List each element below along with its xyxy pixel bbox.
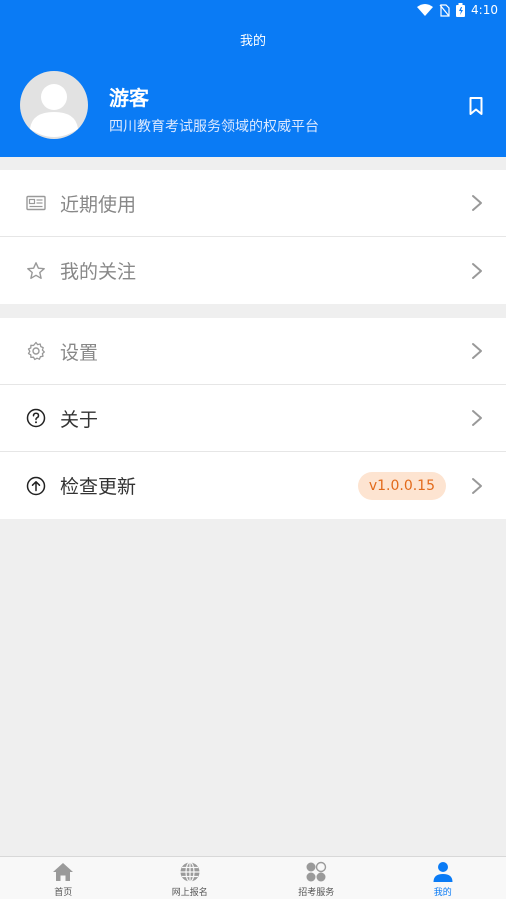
menu-group-secondary: 设置 关于 检查更新 v1.0.0.15 bbox=[0, 318, 506, 519]
menu-item-label: 近期使用 bbox=[60, 193, 137, 216]
bookmark-icon bbox=[469, 97, 483, 115]
chevron-right-icon bbox=[472, 477, 482, 494]
star-icon bbox=[26, 261, 46, 281]
nav-online-registration[interactable]: 网上报名 bbox=[127, 857, 254, 899]
wifi-icon bbox=[417, 4, 434, 16]
nav-mine[interactable]: 我的 bbox=[380, 857, 506, 899]
nav-label: 招考服务 bbox=[298, 888, 335, 898]
version-badge: v1.0.0.15 bbox=[357, 471, 446, 500]
username: 游客 bbox=[109, 86, 149, 110]
user-avatar-icon bbox=[30, 84, 78, 137]
menu-item-about[interactable]: 关于 bbox=[0, 385, 506, 452]
menu-item-settings[interactable]: 设置 bbox=[0, 318, 506, 385]
status-bar: 4:10 bbox=[0, 0, 506, 22]
home-icon bbox=[53, 863, 74, 881]
chevron-right-icon bbox=[472, 410, 482, 426]
avatar[interactable] bbox=[20, 71, 88, 139]
no-sim-icon bbox=[439, 3, 450, 17]
person-icon bbox=[433, 862, 453, 882]
globe-icon bbox=[180, 861, 200, 883]
question-circle-icon bbox=[26, 408, 46, 428]
menu-item-label: 我的关注 bbox=[60, 261, 137, 283]
id-card-icon bbox=[26, 193, 46, 213]
menu-item-check-update[interactable]: 检查更新 v1.0.0.15 bbox=[0, 452, 506, 519]
nav-label: 我的 bbox=[433, 888, 452, 898]
nav-label: 网上报名 bbox=[171, 888, 208, 898]
apps-icon bbox=[306, 861, 327, 882]
chevron-right-icon bbox=[472, 262, 482, 279]
menu-item-favorites[interactable]: 我的关注 bbox=[0, 237, 506, 304]
profile-header: 4:10 我的 游客 四川教育考试服务领域的权威平台 bbox=[0, 0, 506, 157]
status-time: 4:10 bbox=[471, 3, 498, 17]
nav-exam-services[interactable]: 招考服务 bbox=[253, 857, 380, 899]
chevron-right-icon bbox=[472, 343, 482, 359]
menu-group-primary: 近期使用 我的关注 bbox=[0, 170, 506, 304]
gear-icon bbox=[26, 341, 46, 361]
bookmark-button[interactable] bbox=[466, 96, 486, 116]
menu-item-label: 关于 bbox=[60, 408, 99, 431]
battery-icon bbox=[456, 3, 466, 17]
menu-item-label: 设置 bbox=[60, 341, 99, 364]
chevron-right-icon bbox=[472, 195, 482, 211]
menu-item-recent[interactable]: 近期使用 bbox=[0, 170, 506, 237]
tagline: 四川教育考试服务领域的权威平台 bbox=[109, 119, 319, 135]
menu-item-label: 检查更新 bbox=[60, 476, 137, 498]
nav-label: 首页 bbox=[54, 888, 73, 898]
arrow-up-circle-icon bbox=[26, 476, 46, 496]
bottom-nav: 首页 网上报名 招考服务 我的 bbox=[0, 856, 506, 899]
nav-home[interactable]: 首页 bbox=[0, 857, 127, 899]
page-title: 我的 bbox=[239, 34, 266, 49]
